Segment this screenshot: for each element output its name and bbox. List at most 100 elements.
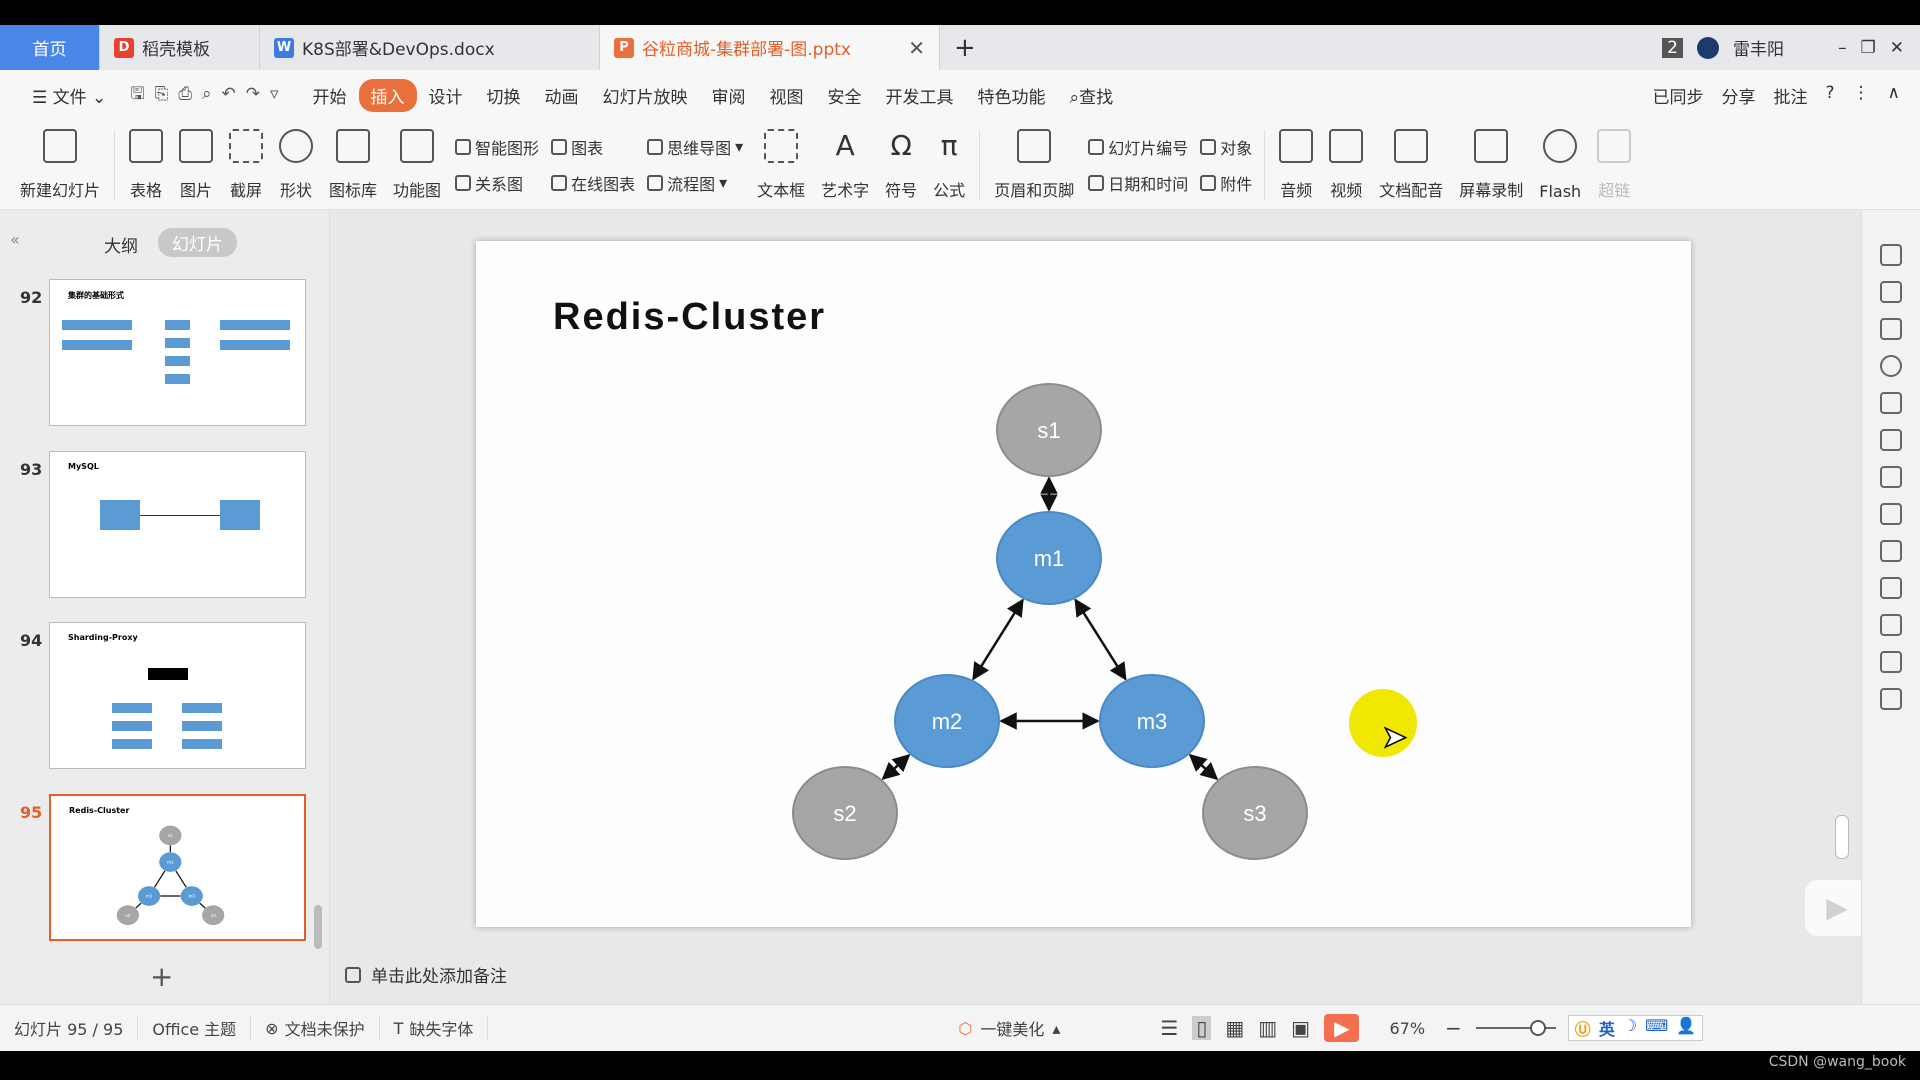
flash-button[interactable]: Flash [1531,128,1589,201]
zoom-out-icon[interactable]: − [1445,1016,1462,1040]
attachment-button[interactable]: 附件 [1200,171,1252,195]
tab-docx[interactable]: W K8S部署&DevOps.docx [260,25,600,70]
sync-button[interactable]: 已同步 [1653,83,1704,108]
restore-icon[interactable]: ❐ [1861,38,1876,58]
chart-button[interactable]: 图表 [551,135,635,159]
menu-slideshow[interactable]: 幻灯片放映 [591,79,700,112]
slide-thumbnail-95[interactable]: Redis-Cluster s1 m1 m2 m3 s2 s3 [49,794,306,941]
menu-home[interactable]: 开始 [301,79,359,112]
table-icon[interactable] [1880,429,1902,451]
ime-toolbar[interactable]: Ⓤ 英 ☽ ⌨ 👤 [1567,1015,1704,1041]
reading-view-icon[interactable]: ▥ [1258,1016,1277,1040]
add-slide-icon[interactable]: + [150,960,173,993]
sorter-view-icon[interactable]: ▦ [1225,1016,1244,1040]
screenshot-button[interactable]: 截屏 [221,128,271,201]
tab-templates[interactable]: D 稻壳模板 [100,25,260,70]
slide-thumbnail-92[interactable]: 集群的基础形式 [49,279,306,426]
textbox-button[interactable]: 文本框 [749,128,813,201]
audio-button[interactable]: 音频 [1271,128,1321,201]
notes-toggle-icon[interactable]: ☰ [1160,1016,1178,1040]
menu-search[interactable]: ⌕查找 [1058,79,1126,112]
location-icon[interactable] [1880,355,1902,377]
hyperlink-button[interactable]: 超链 [1589,128,1639,201]
archive-icon[interactable] [1880,651,1902,673]
chart-icon[interactable] [1880,503,1902,525]
shape-icon[interactable] [1880,318,1902,340]
missing-fonts[interactable]: T 缺失字体 [380,1016,489,1040]
more-icon[interactable]: ⋮ [1853,83,1870,108]
object-button[interactable]: 对象 [1200,135,1252,159]
user-name[interactable]: 雷丰阳 [1733,35,1784,60]
formula-button[interactable]: π 公式 [925,129,973,201]
node-m1[interactable]: m1 [996,511,1102,605]
flowchart-button[interactable]: 流程图 ▾ [647,171,743,195]
node-m2[interactable]: m2 [894,674,1000,768]
datetime-button[interactable]: 日期和时间 [1088,171,1188,195]
copy-icon[interactable] [1880,281,1902,303]
theme-name[interactable]: Office 主题 [138,1016,252,1040]
panel-scrollbar[interactable] [314,905,322,949]
slide-canvas[interactable]: Redis-Cluster s1 m1 m2 m3 s2 s3 [476,241,1691,927]
table-button[interactable]: 表格 [121,128,171,201]
window-count-badge[interactable]: 2 [1662,37,1683,58]
mindmap-button[interactable]: 思维导图 ▾ [647,135,743,159]
menu-review[interactable]: 审阅 [700,79,758,112]
node-s1[interactable]: s1 [996,383,1102,477]
export-icon[interactable] [1880,614,1902,636]
picture-button[interactable]: 图片 [171,128,221,201]
share-button[interactable]: 分享 [1722,83,1756,108]
menu-security[interactable]: 安全 [816,79,874,112]
voiceover-button[interactable]: 文档配音 [1371,128,1451,201]
zoom-level[interactable]: 67% [1389,1019,1425,1038]
notes-area[interactable]: 单击此处添加备注 [345,962,507,987]
comment-button[interactable]: 批注 [1774,83,1808,108]
shape-button[interactable]: 形状 [271,128,321,201]
zoom-slider[interactable] [1475,1020,1556,1036]
collapse-panel-icon[interactable]: « [10,230,20,249]
menu-animation[interactable]: 动画 [533,79,591,112]
menu-devtools[interactable]: 开发工具 [874,79,966,112]
tab-pptx[interactable]: P 谷粒商城-集群部署-图.pptx ✕ [600,25,940,70]
zoom-slider-handle[interactable] [1529,1020,1546,1036]
beautify-button[interactable]: ⬡ 一键美化 ▴ [958,1016,1060,1040]
tab-home[interactable]: 首页 [0,25,100,70]
close-window-icon[interactable]: ✕ [1890,38,1904,58]
document-protection[interactable]: ⊗ 文档未保护 [251,1016,380,1040]
video-player-overlay[interactable]: ▶ [1805,880,1869,936]
play-slideshow-button[interactable]: ▶ [1324,1014,1360,1042]
menu-transition[interactable]: 切换 [475,79,533,112]
tab-outline[interactable]: 大纲 [104,232,138,257]
help-icon[interactable]: ? [1826,83,1835,108]
sliders-icon[interactable] [1880,540,1902,562]
smartart-button[interactable]: 智能图形 [455,135,539,159]
symbol-button[interactable]: Ω 符号 [877,129,925,201]
slide-thumbnail-93[interactable]: MySQL [49,451,306,598]
menu-insert[interactable]: 插入 [358,78,417,112]
new-slide-button[interactable]: 新建幻灯片 [12,128,108,201]
minimize-icon[interactable]: – [1838,38,1847,58]
tab-slides[interactable]: 幻灯片 [158,228,237,257]
image-icon[interactable] [1880,688,1902,710]
avatar[interactable] [1697,36,1719,59]
slide-number-button[interactable]: 幻灯片编号 [1088,135,1188,159]
presenter-view-icon[interactable]: ▣ [1291,1016,1310,1040]
relation-chart-button[interactable]: 关系图 [455,171,539,195]
menu-file[interactable]: ☰ 文件 ⌄ [20,79,118,112]
menu-features[interactable]: 特色功能 [966,79,1058,112]
style-icon[interactable] [1880,392,1902,414]
menu-design[interactable]: 设计 [417,79,475,112]
screen-record-button[interactable]: 屏幕录制 [1451,128,1531,201]
slide-scrollbar[interactable] [1835,815,1849,859]
online-chart-button[interactable]: 在线图表 [551,171,635,195]
close-tab-icon[interactable]: ✕ [908,36,925,60]
slide-thumbnail-94[interactable]: Sharding-Proxy [49,622,306,769]
normal-view-icon[interactable]: ▯ [1192,1016,1212,1040]
video-button[interactable]: 视频 [1321,128,1371,201]
pin-icon[interactable] [1880,244,1902,266]
node-m3[interactable]: m3 [1099,674,1205,768]
icon-library-button[interactable]: 图标库 [321,128,385,201]
collapse-ribbon-icon[interactable]: ∧ [1888,83,1900,108]
function-chart-button[interactable]: 功能图 [385,128,449,201]
quick-access-icons[interactable]: 🖫⎘⎙⌕↶↷▿ [118,77,300,114]
node-s3[interactable]: s3 [1202,766,1308,860]
